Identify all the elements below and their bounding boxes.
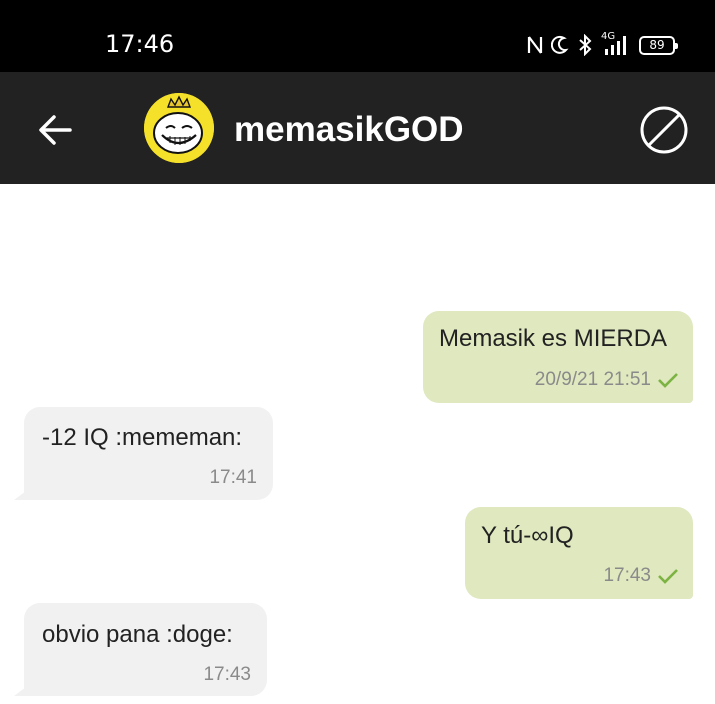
received-message[interactable]: -12 IQ :mememan: 17:41 [24,407,273,500]
message-time: 17:41 [209,467,257,488]
sent-message[interactable]: Y tú-∞IQ 17:43 [465,507,693,599]
back-button[interactable] [36,110,76,150]
chat-area[interactable]: Memasik es MIERDA 20/9/21 21:51 -12 IQ :… [0,184,715,704]
app-bar: memasikGOD [0,72,715,184]
status-bar: 17:46 4G 89 [0,0,715,72]
signal-icon: 4G [601,31,631,56]
status-icons: 4G 89 [527,31,678,58]
message-text: Y tú-∞IQ [481,522,574,549]
block-icon [640,106,688,154]
message-time: 17:43 [203,664,251,685]
arrow-left-icon [39,115,72,145]
moon-icon [551,35,569,55]
trollface-crown-avatar-icon [144,93,214,163]
check-icon [658,569,678,584]
avatar[interactable] [144,93,214,163]
message-time: 17:43 [603,565,651,586]
message-text: obvio pana :doge: [42,621,233,648]
contact-name[interactable]: memasikGOD [234,110,464,150]
message-text: Memasik es MIERDA [439,325,668,352]
battery-icon: 89 [639,35,678,55]
battery-level: 89 [649,38,665,52]
nfc-icon [527,35,543,55]
check-icon [658,373,678,388]
bluetooth-icon [577,34,593,56]
block-button[interactable] [639,105,689,155]
received-message[interactable]: obvio pana :doge: 17:43 [24,603,267,696]
message-text: -12 IQ :mememan: [42,424,243,451]
sent-message[interactable]: Memasik es MIERDA 20/9/21 21:51 [423,311,693,403]
status-time: 17:46 [105,30,175,58]
message-time: 20/9/21 21:51 [534,369,651,390]
